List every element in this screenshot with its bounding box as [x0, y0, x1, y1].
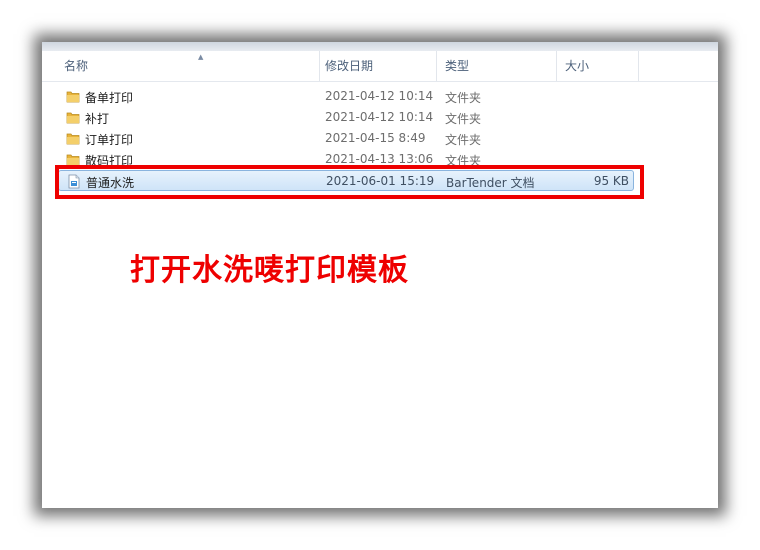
column-header-name[interactable]: ▲ 名称 [56, 51, 320, 81]
column-header-bar: ▲ 名称 修改日期 类型 大小 [42, 51, 718, 82]
annotation-caption: 打开水洗唛打印模板 [130, 253, 409, 288]
file-row[interactable]: 散码打印 2021-04-13 13:06 文件夹 [58, 149, 634, 170]
column-header-size[interactable]: 大小 [557, 51, 639, 81]
folder-icon [66, 154, 80, 166]
file-name: 补打 [85, 112, 110, 126]
file-name: 备单打印 [85, 91, 134, 105]
file-type: 文件夹 [445, 133, 482, 147]
sort-ascending-icon: ▲ [198, 53, 204, 61]
file-type: 文件夹 [445, 91, 482, 105]
folder-icon [66, 112, 80, 124]
file-size: 95 KB [593, 174, 629, 188]
file-name: 散码打印 [85, 154, 134, 168]
column-header-type-label: 类型 [445, 59, 470, 73]
column-header-type[interactable]: 类型 [437, 51, 557, 81]
file-name: 普通水洗 [86, 176, 135, 190]
folder-icon [66, 133, 80, 145]
file-modified-date: 2021-04-12 10:14 [325, 89, 434, 103]
bartender-document-icon [68, 174, 80, 189]
file-row-selected[interactable]: 普通水洗 2021-06-01 15:19 BarTender 文档 95 KB [58, 170, 634, 191]
file-row[interactable]: 订单打印 2021-04-15 8:49 文件夹 [58, 128, 634, 149]
file-type: 文件夹 [445, 154, 482, 168]
file-modified-date: 2021-04-13 13:06 [325, 152, 434, 166]
file-modified-date: 2021-04-12 10:14 [325, 110, 434, 124]
file-row[interactable]: 补打 2021-04-12 10:14 文件夹 [58, 107, 634, 128]
file-name: 订单打印 [85, 133, 134, 147]
column-header-name-label: 名称 [64, 59, 89, 73]
column-header-date-label: 修改日期 [325, 59, 374, 73]
file-type: 文件夹 [445, 112, 482, 126]
column-header-date[interactable]: 修改日期 [317, 51, 437, 81]
folder-icon [66, 91, 80, 103]
column-header-size-label: 大小 [565, 59, 590, 73]
screenshot-page: ▲ 名称 修改日期 类型 大小 备单打印 2021-04-12 10:14 文件… [0, 0, 760, 550]
file-modified-date: 2021-04-15 8:49 [325, 131, 426, 145]
file-row[interactable]: 备单打印 2021-04-12 10:14 文件夹 [58, 86, 634, 107]
file-type: BarTender 文档 [446, 176, 535, 190]
file-modified-date: 2021-06-01 15:19 [326, 174, 435, 188]
